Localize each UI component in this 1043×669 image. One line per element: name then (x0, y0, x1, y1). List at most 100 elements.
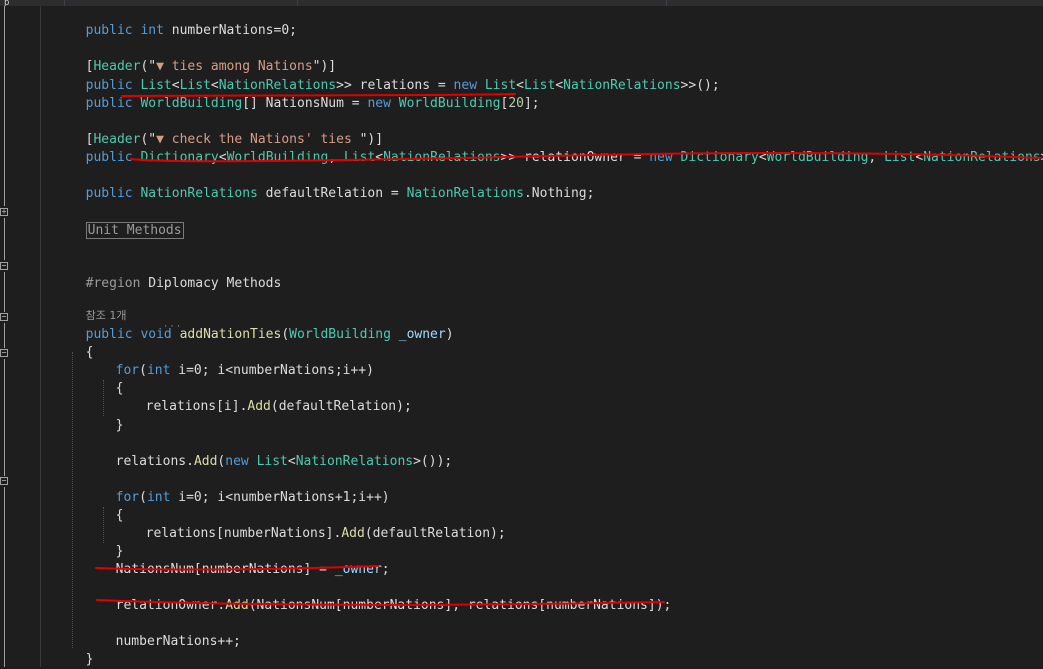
code-line[interactable]: #region Diplomacy Methods (70, 257, 282, 291)
code-line[interactable]: } (100, 399, 124, 433)
type-name: List (884, 150, 916, 165)
editor-tab[interactable]: p (0, 0, 65, 6)
code-line[interactable]: public NationRelations defaultRelation =… (70, 167, 595, 201)
code-text: defaultRelation = (257, 186, 407, 201)
code-text: >>(); (680, 78, 720, 93)
fold-collapse-icon[interactable]: − (0, 349, 8, 357)
type-name: WorldBuilding (398, 96, 501, 111)
type-name: Dictionary (680, 150, 759, 165)
fold-collapse-icon[interactable]: − (0, 477, 8, 485)
code-text: ) (445, 327, 454, 342)
code-text: ; (381, 562, 390, 577)
fold-expand-icon[interactable]: + (0, 208, 8, 216)
outline-line (4, 323, 5, 348)
keyword: new (367, 96, 391, 111)
code-text: ]; (523, 96, 540, 111)
code-line[interactable]: public WorldBuilding[] NationsNum = new … (70, 77, 540, 111)
code-text: Diplomacy Methods (140, 276, 282, 291)
indent-guide (72, 352, 73, 648)
code-text: { (85, 345, 94, 360)
keyword: int (146, 363, 171, 378)
editor-tab[interactable] (65, 0, 298, 6)
editor-margin-line (40, 0, 41, 667)
code-line[interactable]: { (70, 326, 94, 360)
editor-tab[interactable] (298, 0, 667, 6)
parameter-name: _owner (334, 562, 382, 577)
code-text: } (85, 652, 94, 667)
type-name: NationRelations (923, 150, 1041, 165)
type-name: WorldBuilding (226, 150, 329, 165)
type-name: NationRelations (140, 186, 258, 201)
keyword: int (146, 490, 171, 505)
method-name: Add (193, 454, 218, 469)
type-name: List (343, 150, 376, 165)
code-line[interactable]: [Header("▼ ties among Nations")] (70, 40, 336, 74)
outlining-gutter: + − − − − (0, 0, 12, 667)
editor-tab[interactable] (667, 0, 1043, 6)
code-text: relationOwner. (115, 598, 226, 613)
type-name: Dictionary (140, 150, 219, 165)
type-name: NationRelations (295, 454, 414, 469)
parameter-name: _owner (398, 327, 446, 342)
code-line[interactable]: [Header("▼ check the Nations' ties ")] (70, 113, 383, 147)
code-line[interactable]: public int numberNations=0; (70, 4, 297, 38)
code-text: relations. (115, 454, 194, 469)
keyword: new (649, 150, 673, 165)
preprocessor-directive: #region (85, 276, 141, 291)
code-line[interactable]: relations.Add(new List<NationRelations>(… (100, 435, 453, 469)
outline-line (4, 218, 5, 260)
code-text: i=0; i<numberNations;i++) (170, 363, 374, 378)
code-line[interactable]: Unit Methods (70, 204, 184, 239)
keyword: public (85, 23, 133, 38)
method-name: addNationTies (179, 327, 282, 342)
type-name: List (256, 454, 288, 469)
type-name: WorldBuilding (766, 150, 869, 165)
collapsed-region[interactable]: Unit Methods (85, 222, 184, 239)
code-text: numberNations=0; (163, 23, 297, 38)
code-text: >> relationOwner = (500, 150, 650, 165)
code-line[interactable]: } (100, 525, 124, 559)
code-line[interactable]: NationsNum[numberNations] = _owner; (100, 543, 390, 577)
type-name: WorldBuilding (140, 96, 243, 111)
code-line[interactable]: public List<List<NationRelations>> relat… (70, 59, 720, 93)
outline-line (4, 359, 5, 476)
code-line[interactable]: relationOwner.Add(NationsNum[numberNatio… (100, 579, 672, 613)
code-text: } (115, 418, 124, 433)
outline-line (4, 487, 5, 667)
keyword: new (225, 454, 249, 469)
type-name: WorldBuilding (289, 327, 391, 342)
outline-line (4, 272, 5, 312)
code-line[interactable]: public void addNationTies(WorldBuilding … (70, 308, 454, 342)
fold-collapse-icon[interactable]: − (0, 262, 8, 270)
code-line[interactable]: public Dictionary<WorldBuilding, List<Na… (70, 131, 1043, 165)
fold-collapse-icon[interactable]: − (0, 313, 8, 321)
editor-tab-bar: p (0, 0, 1043, 6)
code-text: [] NationsNum = (242, 96, 368, 111)
code-line[interactable]: } (70, 633, 94, 667)
code-text: relations[i]. (145, 399, 248, 414)
code-line[interactable]: for(int i=0; i<numberNations+1;i++) (100, 471, 390, 505)
type-name: NationRelations (406, 186, 524, 201)
tab-label: p (4, 0, 10, 6)
code-text: NationsNum[numberNations] = (115, 562, 335, 577)
keyword: public (85, 96, 133, 111)
code-text: .Nothing; (523, 186, 595, 201)
code-line[interactable]: { (100, 362, 124, 396)
type-name: NationRelations (563, 78, 681, 93)
code-text: { (115, 508, 124, 523)
code-line[interactable]: relations[numberNations].Add(defaultRela… (130, 507, 506, 541)
outline-line (4, 6, 5, 206)
code-text: (defaultRelation); (364, 526, 506, 541)
suggestion-dots[interactable]: ··· (163, 322, 182, 332)
code-line[interactable]: relations[i].Add(defaultRelation); (130, 380, 412, 414)
keyword: public (85, 150, 133, 165)
method-name: Add (225, 598, 249, 613)
code-line[interactable]: numberNations++; (100, 615, 241, 649)
keyword: int (140, 23, 164, 38)
code-text: numberNations++; (115, 634, 241, 649)
codelens-line[interactable]: 참조 1개 (70, 292, 127, 322)
keyword: public (85, 186, 133, 201)
code-line[interactable]: for(int i=0; i<numberNations;i++) (100, 344, 374, 378)
code-text: >()); (413, 454, 453, 469)
code-line[interactable]: { (100, 489, 124, 523)
